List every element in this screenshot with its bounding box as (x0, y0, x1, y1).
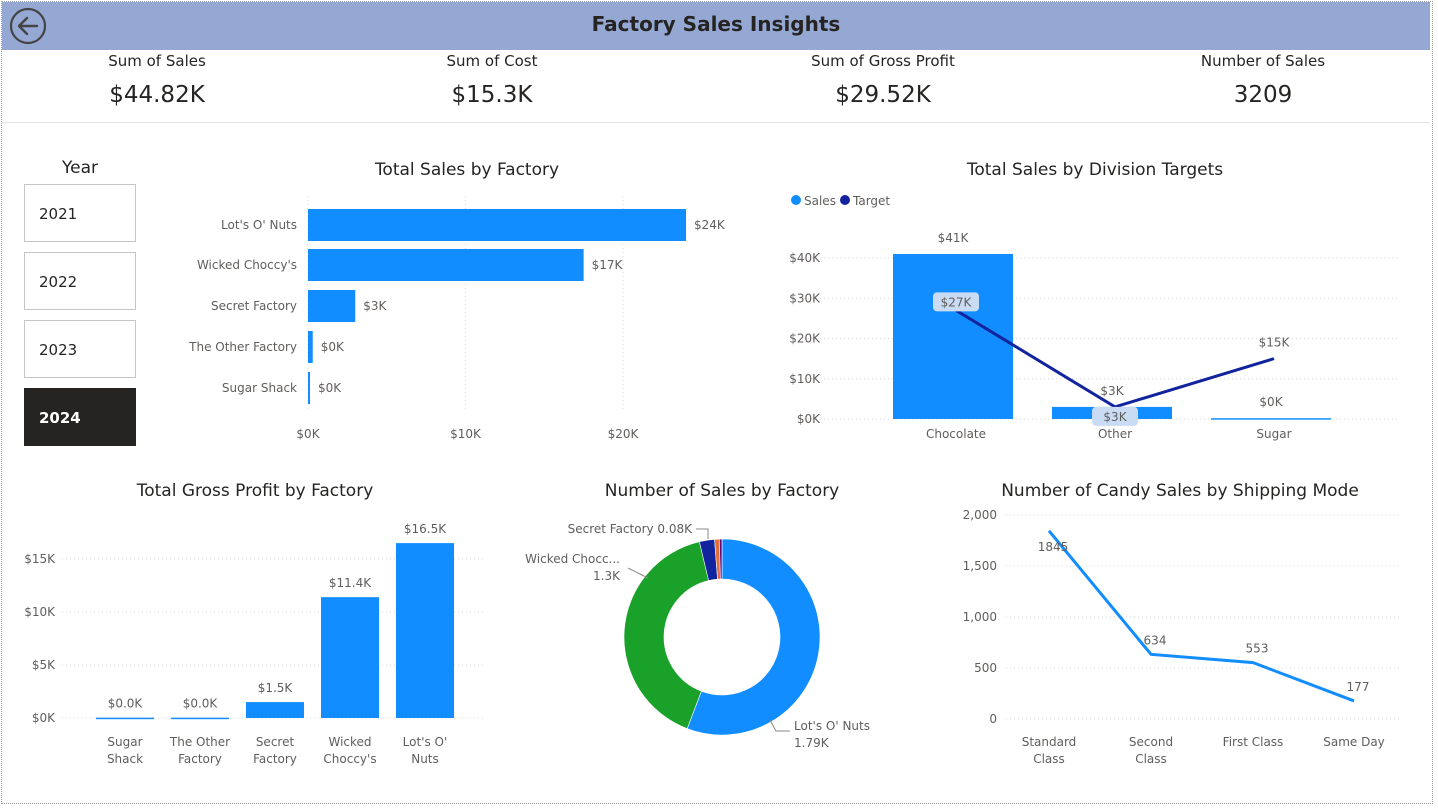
year-option-2021[interactable]: 2021 (24, 184, 136, 242)
kpi-card-cost: Sum of Cost $15.3K (362, 52, 622, 108)
kpi-label: Sum of Sales (108, 52, 206, 70)
report-header: Factory Sales Insights (2, 2, 1430, 50)
kpi-value: $44.82K (109, 82, 205, 108)
kpi-card-gross-profit: Sum of Gross Profit $29.52K (753, 52, 1013, 108)
kpi-label: Number of Sales (1200, 52, 1326, 70)
year-option-2024[interactable]: 2024 (24, 388, 136, 446)
kpi-label: Sum of Gross Profit (811, 52, 955, 70)
kpi-divider (2, 122, 1430, 123)
year-option-2022[interactable]: 2022 (24, 252, 136, 310)
kpi-value: $29.52K (835, 82, 931, 108)
kpi-value: $15.3K (451, 82, 533, 108)
kpi-card-number-of-sales: Number of Sales 3209 (1133, 52, 1393, 108)
kpi-value: 3209 (1233, 82, 1293, 108)
year-slicer-title: Year (62, 158, 98, 178)
kpi-label: Sum of Cost (446, 52, 538, 70)
report-title: Factory Sales Insights (591, 12, 841, 36)
year-option-2023[interactable]: 2023 (24, 320, 136, 378)
kpi-card-sales: Sum of Sales $44.82K (27, 52, 287, 108)
